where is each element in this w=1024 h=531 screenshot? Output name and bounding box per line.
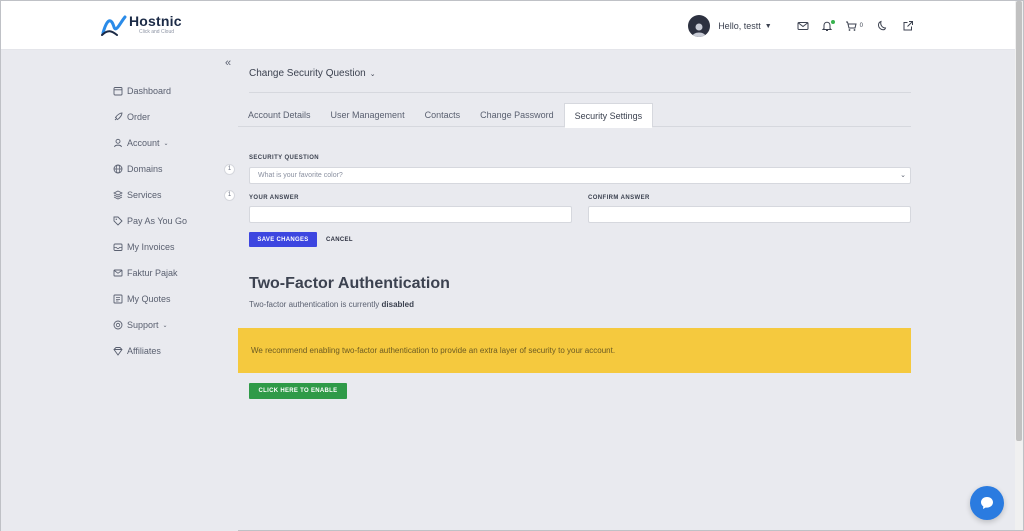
- rocket-icon: [113, 112, 123, 122]
- tab-contacts[interactable]: Contacts: [415, 103, 471, 127]
- sidebar-item-faktur-pajak[interactable]: Faktur Pajak: [113, 260, 235, 286]
- sidebar-item-label: Pay As You Go: [127, 216, 188, 226]
- sidebar-item-label: Affiliates: [127, 346, 161, 356]
- header-actions: Hello, testt ▼ 0: [688, 15, 915, 37]
- avatar[interactable]: [688, 15, 711, 37]
- moon-icon[interactable]: [875, 19, 889, 33]
- chevron-down-icon: ⌄: [163, 140, 169, 147]
- enable-two-factor-button[interactable]: CLICK HERE TO ENABLE: [249, 383, 347, 399]
- chat-launcher-button[interactable]: [970, 486, 1004, 520]
- tab-account-details[interactable]: Account Details: [238, 103, 321, 127]
- divider: [249, 92, 911, 93]
- sidebar-item-label: Support: [127, 320, 159, 330]
- sidebar-item-my-quotes[interactable]: My Quotes: [113, 286, 235, 312]
- scrollbar-thumb[interactable]: [1016, 1, 1022, 441]
- user-icon: [113, 138, 123, 148]
- tag-icon: [113, 216, 123, 226]
- security-question-label: SECURITY QUESTION: [249, 155, 320, 161]
- sidebar-item-label: Order: [127, 112, 151, 122]
- globe-icon: [113, 164, 123, 174]
- calendar-icon: [113, 86, 123, 96]
- sidebar-nav: Dashboard Order Account ⌄ Domains 1 Serv…: [113, 78, 235, 364]
- two-factor-warning-alert: We recommend enabling two-factor authent…: [238, 328, 911, 373]
- chevron-down-icon: ⌄: [900, 172, 906, 179]
- tab-bar: Account Details User Management Contacts…: [238, 103, 911, 128]
- sidebar-item-label: Faktur Pajak: [127, 268, 178, 278]
- external-link-icon[interactable]: [901, 19, 915, 33]
- main-content: Change Security Question ⌄ Account Detai…: [238, 51, 915, 531]
- layers-icon: [113, 190, 123, 200]
- chevron-down-icon: ⌄: [369, 70, 376, 78]
- your-answer-input[interactable]: [249, 206, 572, 223]
- page-scrollbar[interactable]: [1015, 1, 1023, 530]
- security-question-value: What is your favorite color?: [258, 172, 343, 179]
- sidebar-item-label: Domains: [127, 164, 163, 174]
- sidebar-item-label: My Invoices: [127, 242, 175, 252]
- save-changes-button[interactable]: SAVE CHANGES: [249, 232, 317, 247]
- hostnic-logo-icon: [101, 15, 127, 36]
- confirm-answer-label: CONFIRM ANSWER: [588, 195, 650, 201]
- lifebuoy-icon: [113, 320, 123, 330]
- sidebar-item-support[interactable]: Support ⌄: [113, 312, 235, 338]
- sidebar-item-domains[interactable]: Domains 1: [113, 156, 235, 182]
- sidebar-item-label: My Quotes: [127, 294, 171, 304]
- chevron-down-icon: ⌄: [162, 322, 168, 329]
- tab-security-settings[interactable]: Security Settings: [563, 103, 654, 128]
- two-factor-status-text: Two-factor authentication is currently: [249, 300, 380, 309]
- chevron-down-icon[interactable]: ▼: [765, 23, 772, 30]
- brand-tagline: Click and Cloud: [139, 29, 175, 35]
- brand-name: Hostnic: [129, 13, 182, 29]
- confirm-answer-input[interactable]: [588, 206, 911, 223]
- sidebar-item-my-invoices[interactable]: My Invoices: [113, 234, 235, 260]
- sidebar-item-label: Dashboard: [127, 86, 172, 96]
- cart-icon[interactable]: [844, 19, 858, 33]
- page-title[interactable]: Change Security Question ⌄: [249, 68, 376, 79]
- top-header: Hostnic Click and Cloud Hello, testt ▼ 0: [1, 1, 1015, 50]
- mail-icon: [113, 268, 123, 278]
- two-factor-status: Two-factor authentication is currently d…: [249, 300, 414, 309]
- tab-change-password[interactable]: Change Password: [470, 103, 564, 127]
- sidebar-item-label: Services: [127, 190, 162, 200]
- sidebar-item-order[interactable]: Order: [113, 104, 235, 130]
- diamond-icon: [113, 346, 123, 356]
- sidebar-item-affiliates[interactable]: Affiliates: [113, 338, 235, 364]
- tab-user-management[interactable]: User Management: [321, 103, 415, 127]
- cart-count: 0: [859, 23, 863, 29]
- collapse-sidebar-icon[interactable]: «: [225, 57, 231, 69]
- user-avatar-icon: [692, 23, 707, 37]
- user-greeting[interactable]: Hello, testt: [718, 21, 761, 31]
- envelope-icon[interactable]: [796, 19, 810, 33]
- notification-dot: [830, 20, 835, 24]
- sidebar-item-services[interactable]: Services 1: [113, 182, 235, 208]
- security-question-select[interactable]: What is your favorite color? ⌄: [249, 167, 911, 184]
- page-title-text: Change Security Question: [249, 68, 366, 79]
- your-answer-label: YOUR ANSWER: [249, 195, 299, 201]
- count-badge: 1: [224, 189, 235, 201]
- brand-logo[interactable]: Hostnic Click and Cloud: [101, 13, 182, 37]
- sidebar-item-pay-as-you-go[interactable]: Pay As You Go: [113, 208, 235, 234]
- bell-icon[interactable]: [820, 19, 835, 33]
- sidebar-item-account[interactable]: Account ⌄: [113, 130, 235, 156]
- count-badge: 1: [224, 163, 235, 175]
- sidebar-item-dashboard[interactable]: Dashboard: [113, 78, 235, 104]
- two-factor-heading: Two-Factor Authentication: [249, 275, 450, 292]
- cancel-button[interactable]: CANCEL: [326, 232, 353, 247]
- inbox-icon: [113, 242, 123, 252]
- two-factor-status-value: disabled: [381, 300, 414, 309]
- list-icon: [113, 294, 123, 304]
- chat-bubble-icon: [981, 497, 993, 509]
- alert-text: We recommend enabling two-factor authent…: [251, 346, 616, 355]
- sidebar-item-label: Account: [127, 138, 160, 148]
